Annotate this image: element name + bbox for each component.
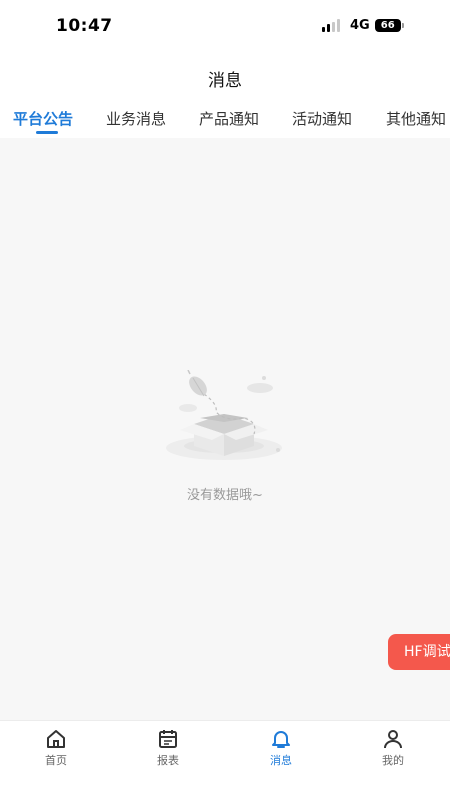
nav-item-home[interactable]: 首页 [26, 728, 86, 768]
bell-icon [272, 731, 290, 748]
tab-activity-notices[interactable]: 活动通知 [292, 108, 352, 129]
nav-item-profile[interactable]: 我的 [363, 728, 423, 768]
status-bar: 10:47 4G 66 [0, 0, 450, 52]
tab-product-notices[interactable]: 产品通知 [199, 108, 259, 129]
nav-item-messages[interactable]: 消息 [251, 728, 311, 768]
signal-icon [322, 19, 344, 32]
hf-debug-button[interactable]: HF调试 [388, 634, 450, 670]
nav-label-reports: 报表 [157, 754, 179, 767]
empty-state-text: 没有数据哦~ [187, 488, 263, 503]
nav-label-home: 首页 [45, 754, 67, 767]
active-tab-indicator [36, 131, 58, 134]
status-time: 10:47 [56, 16, 113, 36]
battery-icon: 66 [374, 19, 404, 32]
tab-business-messages[interactable]: 业务消息 [106, 108, 166, 129]
tab-other-notices[interactable]: 其他通知 [386, 108, 446, 129]
nav-label-messages: 消息 [270, 754, 292, 767]
page-title: 消息 [208, 71, 242, 91]
status-indicators: 4G 66 [322, 18, 404, 33]
empty-box-icon [166, 370, 282, 460]
user-icon [384, 730, 402, 749]
bottom-tab-bar: 首页 报表 消息 我的 [0, 720, 450, 800]
home-icon [47, 730, 65, 748]
nav-label-profile: 我的 [382, 754, 404, 767]
message-list-area: 没有数据哦~ [0, 138, 450, 720]
calendar-icon [159, 730, 177, 748]
tab-platform-announcement[interactable]: 平台公告 [13, 108, 73, 129]
tab-bar: 平台公告 业务消息 产品通知 活动通知 其他通知 [0, 100, 450, 138]
network-type: 4G [350, 18, 370, 33]
nav-item-reports[interactable]: 报表 [138, 728, 198, 768]
